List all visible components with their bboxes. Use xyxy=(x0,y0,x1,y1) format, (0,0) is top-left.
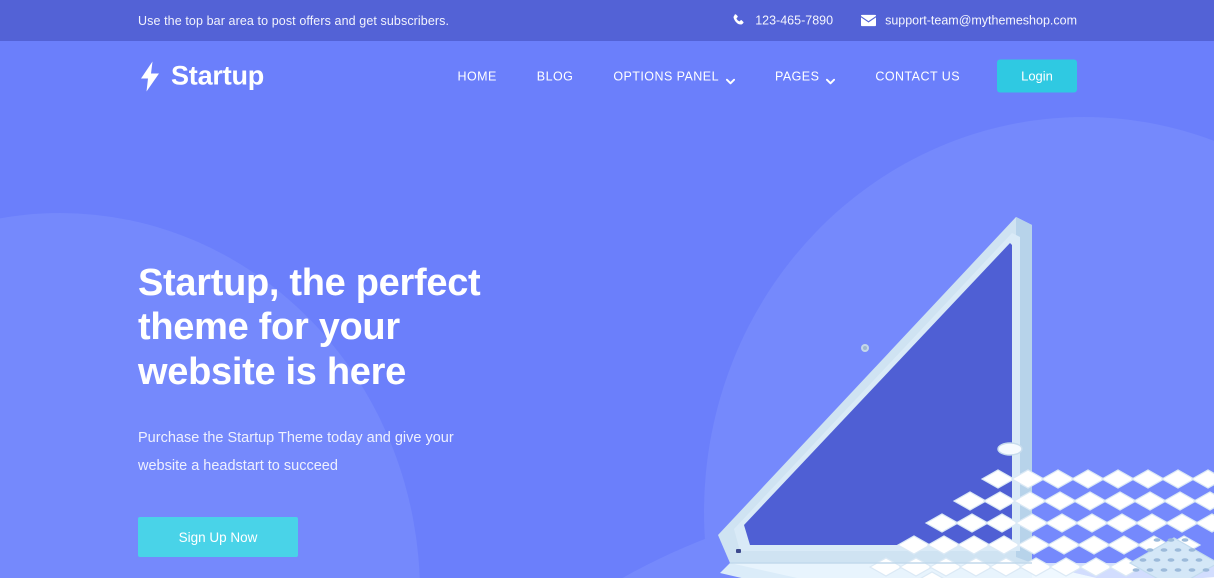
nav-item-home-label: HOME xyxy=(457,69,497,83)
nav-item-pages-label: PAGES xyxy=(774,69,820,83)
nav-item-options-panel-label: OPTIONS PANEL xyxy=(613,69,719,83)
nav-item-contact-us[interactable]: CONTACT US xyxy=(855,69,980,83)
login-button[interactable]: Login xyxy=(997,59,1077,93)
nav-item-options-panel[interactable]: OPTIONS PANEL xyxy=(593,69,755,84)
top-bar-email[interactable]: support-team@mythemeshop.com xyxy=(861,13,1077,28)
top-bar-phone-value: 123-465-7890 xyxy=(755,13,834,28)
nav-item-pages[interactable]: PAGES xyxy=(755,69,855,84)
hero-subtitle: Purchase the Startup Theme today and giv… xyxy=(138,430,454,474)
site-logo-text: Startup xyxy=(171,60,265,91)
hero-title: Startup, the perfect theme for your webs… xyxy=(138,262,481,393)
phone-icon xyxy=(731,13,746,28)
nav-item-blog[interactable]: BLOG xyxy=(517,69,594,83)
sign-up-now-button[interactable]: Sign Up Now xyxy=(138,517,298,558)
envelope-icon xyxy=(861,13,877,28)
hero-content: Startup, the perfect theme for your webs… xyxy=(0,111,1214,558)
top-bar-message: Use the top bar area to post offers and … xyxy=(138,13,450,28)
nav-links: HOME BLOG OPTIONS PANEL PAGES CONTACT US xyxy=(437,59,1077,93)
chevron-down-icon xyxy=(725,73,736,84)
nav-item-blog-label: BLOG xyxy=(536,69,574,83)
lightning-bolt-icon xyxy=(138,61,162,91)
site-logo[interactable]: Startup xyxy=(138,61,264,92)
top-bar-contact-group: 123-465-7890 support-team@mythemeshop.co… xyxy=(731,13,1077,28)
hero-section: Startup HOME BLOG OPTIONS PANEL PAGES CO… xyxy=(0,41,1214,578)
main-navigation: Startup HOME BLOG OPTIONS PANEL PAGES CO… xyxy=(0,41,1214,111)
top-bar: Use the top bar area to post offers and … xyxy=(0,0,1214,41)
nav-item-home[interactable]: HOME xyxy=(437,69,516,83)
chevron-down-icon xyxy=(826,73,836,84)
top-bar-email-value: support-team@mythemeshop.com xyxy=(885,13,1077,28)
top-bar-phone[interactable]: 123-465-7890 xyxy=(731,13,833,28)
nav-item-contact-us-label: CONTACT US xyxy=(875,69,960,83)
